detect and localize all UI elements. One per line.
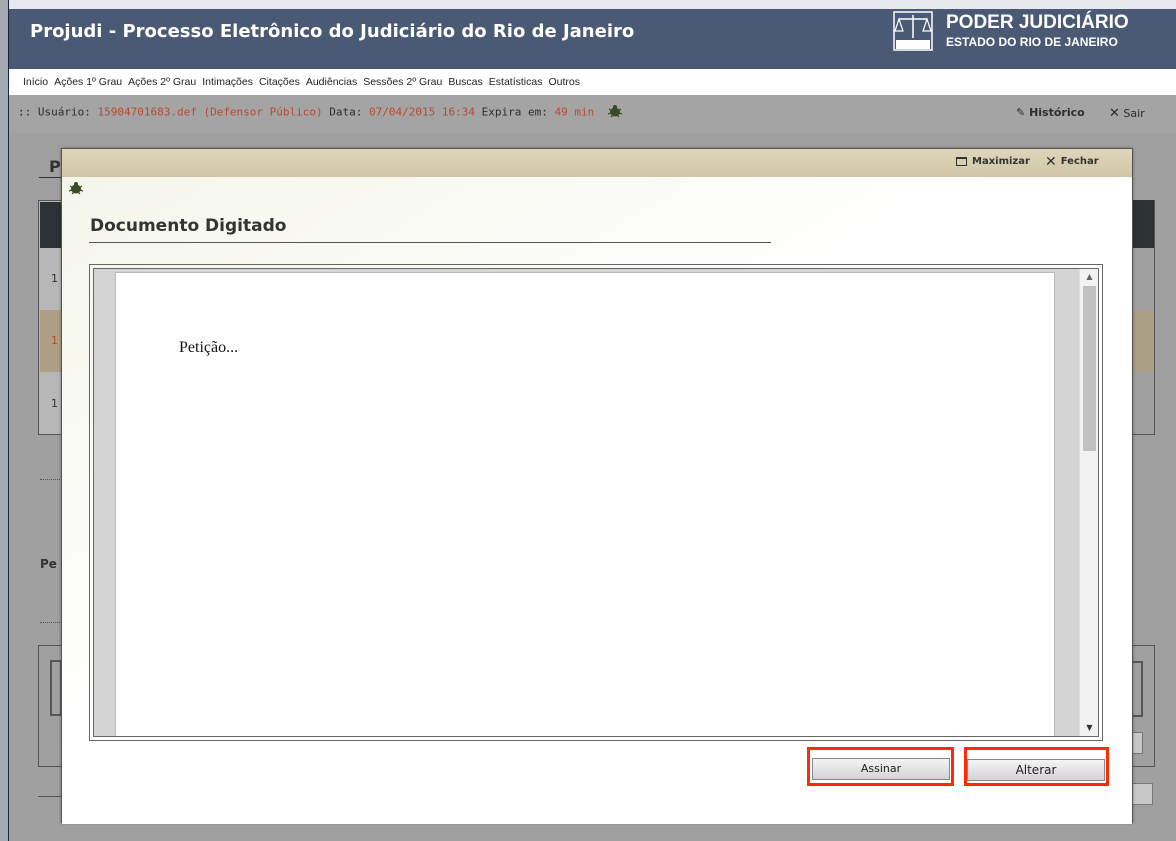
user-prefix: :: Usuário: bbox=[18, 105, 91, 119]
expira-label: Expira em: bbox=[481, 105, 548, 119]
document-page[interactable]: Petição... bbox=[115, 272, 1055, 736]
menu-item-estatisticas[interactable]: Estatísticas bbox=[489, 76, 543, 88]
background-table-header-edge bbox=[1133, 200, 1154, 248]
background-page-title: P bbox=[49, 157, 61, 176]
document-modal: Maximizar ✕ Fechar Documento Digitado Pe… bbox=[61, 148, 1133, 824]
background-divider bbox=[40, 622, 62, 623]
background-button-edge bbox=[1133, 783, 1153, 805]
expira-value: 49 min bbox=[554, 105, 595, 119]
close-icon: ✕ bbox=[1109, 106, 1120, 121]
user-info: :: Usuário: 15904701683.def (Defensor Pú… bbox=[18, 104, 623, 121]
brand-subtitle: ESTADO DO RIO DE JANEIRO bbox=[946, 35, 1118, 49]
menu-item-citacoes[interactable]: Citações bbox=[259, 76, 300, 88]
modal-titlebar[interactable]: Maximizar ✕ Fechar bbox=[62, 149, 1132, 177]
background-row-number: 1 bbox=[51, 397, 58, 410]
background-highlighted-row-edge bbox=[1133, 310, 1154, 372]
scroll-up-icon[interactable]: ▲ bbox=[1080, 269, 1098, 285]
background-divider bbox=[38, 796, 62, 797]
close-label: Fechar bbox=[1060, 156, 1099, 167]
document-editor[interactable]: Petição... ▲ ▼ bbox=[89, 264, 1103, 741]
bug-icon bbox=[607, 104, 623, 121]
user-name: 15904701683.def (Defensor Público) bbox=[97, 105, 323, 119]
close-modal-button[interactable]: ✕ Fechar bbox=[1045, 153, 1099, 170]
menu-item-buscas[interactable]: Buscas bbox=[448, 76, 482, 88]
top-border bbox=[9, 0, 1176, 9]
date-value: 07/04/2015 16:34 bbox=[369, 105, 475, 119]
historico-link[interactable]: ✎ Histórico bbox=[1016, 106, 1085, 119]
background-divider bbox=[40, 479, 62, 480]
maximize-button[interactable]: Maximizar bbox=[956, 156, 1030, 167]
maximize-icon bbox=[956, 157, 967, 166]
menu-item-intimacoes[interactable]: Intimações bbox=[202, 76, 253, 88]
background-title-rule bbox=[39, 177, 63, 178]
maximize-label: Maximizar bbox=[972, 156, 1030, 167]
background-button-edge bbox=[1133, 732, 1143, 754]
left-frame-strip bbox=[0, 0, 9, 841]
background-table-header bbox=[40, 202, 62, 248]
menu-item-outros[interactable]: Outros bbox=[548, 76, 580, 88]
modal-title: Documento Digitado bbox=[90, 216, 287, 236]
menu-item-acoes-2-grau[interactable]: Ações 2º Grau bbox=[128, 76, 196, 88]
app-title: Projudi - Processo Eletrônico do Judiciá… bbox=[30, 21, 635, 42]
menu-item-inicio[interactable]: Início bbox=[23, 76, 48, 88]
background-row-number: 1 bbox=[51, 334, 58, 347]
pencil-icon: ✎ bbox=[1016, 106, 1026, 119]
menu-item-sessoes-2-grau[interactable]: Sessões 2º Grau bbox=[363, 76, 442, 88]
background-panel-inner-edge bbox=[1133, 661, 1143, 717]
sair-label: Sair bbox=[1123, 107, 1145, 120]
background-section-label: Pe bbox=[40, 557, 57, 571]
modal-title-rule bbox=[89, 242, 771, 243]
scroll-thumb[interactable] bbox=[1083, 286, 1096, 451]
date-label: Data: bbox=[329, 105, 363, 119]
sign-button[interactable]: Assinar bbox=[812, 758, 950, 780]
editor-viewport: Petição... ▲ ▼ bbox=[93, 268, 1099, 737]
brand-title: PODER JUDICIÁRIO bbox=[946, 12, 1129, 33]
vertical-scrollbar[interactable]: ▲ ▼ bbox=[1079, 269, 1098, 736]
main-menu: Início Ações 1º Grau Ações 2º Grau Intim… bbox=[9, 69, 1176, 95]
historico-label: Histórico bbox=[1029, 106, 1085, 119]
sair-link[interactable]: ✕ Sair bbox=[1109, 106, 1145, 121]
menu-item-audiencias[interactable]: Audiências bbox=[306, 76, 357, 88]
pjerj-logo-icon bbox=[893, 11, 933, 51]
close-icon: ✕ bbox=[1045, 153, 1057, 170]
edit-button[interactable]: Alterar bbox=[967, 759, 1105, 781]
document-text: Petição... bbox=[179, 339, 239, 356]
menu-item-acoes-1-grau[interactable]: Ações 1º Grau bbox=[54, 76, 122, 88]
scroll-down-icon[interactable]: ▼ bbox=[1080, 720, 1098, 736]
bug-icon bbox=[68, 180, 84, 199]
background-row-number: 1 bbox=[51, 272, 58, 285]
